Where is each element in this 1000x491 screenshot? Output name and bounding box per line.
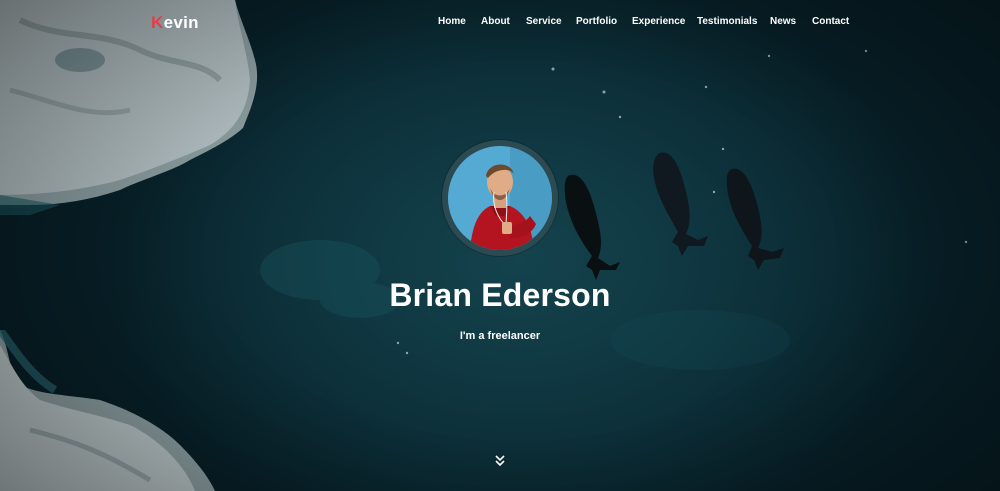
nav-experience[interactable]: Experience bbox=[632, 16, 685, 27]
chevron-double-down-icon[interactable] bbox=[492, 453, 508, 469]
whale-image bbox=[726, 168, 784, 270]
person-portrait bbox=[448, 146, 552, 250]
nav-about[interactable]: About bbox=[481, 16, 510, 27]
nav-news[interactable]: News bbox=[770, 16, 796, 27]
ice-shelf-top bbox=[0, 0, 258, 215]
profile-photo bbox=[448, 146, 552, 250]
nav-service[interactable]: Service bbox=[526, 16, 562, 27]
profile-avatar bbox=[442, 140, 558, 256]
ice-shelf-bottom bbox=[0, 330, 215, 491]
whale-image bbox=[564, 174, 620, 280]
nav-portfolio[interactable]: Portfolio bbox=[576, 16, 617, 27]
logo-text: evin bbox=[163, 13, 199, 32]
nav-testimonials[interactable]: Testimonials bbox=[697, 16, 757, 27]
nav-contact[interactable]: Contact bbox=[812, 16, 849, 27]
whale-image bbox=[653, 152, 708, 256]
hero-title: Brian Ederson bbox=[389, 277, 611, 313]
nav-home[interactable]: Home bbox=[438, 16, 466, 27]
logo-initial: K bbox=[151, 13, 164, 32]
logo[interactable]: Kevin bbox=[151, 13, 199, 33]
hero-subtitle: I'm a freelancer bbox=[459, 330, 541, 342]
